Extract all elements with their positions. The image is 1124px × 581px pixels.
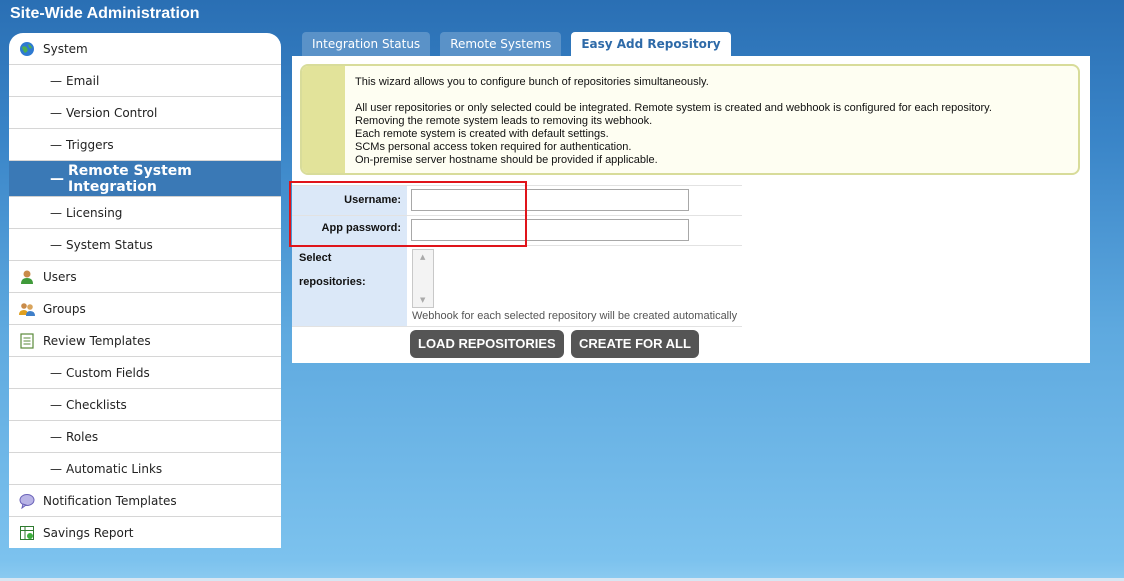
- highlight-box: [289, 181, 527, 247]
- sidebar-item-groups[interactable]: Groups: [9, 293, 281, 325]
- sidebar-item-notification-templates[interactable]: Notification Templates: [9, 485, 281, 517]
- load-repositories-button[interactable]: LOAD REPOSITORIES: [410, 330, 564, 358]
- sidebar-item-label: Checklists: [66, 397, 127, 412]
- sidebar-item-savings-report[interactable]: Savings Report: [9, 517, 281, 548]
- sidebar-item-label: Groups: [43, 301, 86, 316]
- info-line: Removing the remote system leads to remo…: [355, 115, 653, 127]
- sidebar-item-label: Licensing: [66, 205, 123, 220]
- scroll-down-icon[interactable]: ▼: [420, 296, 425, 304]
- sidebar-item-review-templates[interactable]: Review Templates: [9, 325, 281, 357]
- sidebar-item-label: Roles: [66, 429, 99, 444]
- dash-marker: —: [50, 137, 62, 152]
- sidebar-item-label: Users: [43, 269, 77, 284]
- sidebar-item-users[interactable]: Users: [9, 261, 281, 293]
- sidebar-item-label: Triggers: [66, 137, 114, 152]
- group-icon: [19, 301, 35, 317]
- dash-marker: —: [50, 397, 62, 412]
- sidebar-item-label: Email: [66, 73, 100, 88]
- user-icon: [19, 269, 35, 285]
- info-stripe: [302, 66, 345, 173]
- dash-marker: —: [50, 237, 62, 252]
- repositories-listbox[interactable]: ▲ ▼: [412, 249, 434, 308]
- create-for-all-button[interactable]: CREATE FOR ALL: [571, 330, 699, 358]
- sidebar-item-email[interactable]: — Email: [9, 65, 281, 97]
- page-title: Site-Wide Administration: [10, 5, 200, 22]
- dash-marker: —: [50, 205, 62, 220]
- info-text: This wizard allows you to configure bunc…: [355, 76, 992, 167]
- sidebar-item-label: Automatic Links: [66, 461, 163, 476]
- sidebar-item-custom-fields[interactable]: — Custom Fields: [9, 357, 281, 389]
- speech-bubble-icon: [19, 493, 35, 509]
- dash-marker: —: [50, 461, 62, 476]
- sidebar-item-licensing[interactable]: — Licensing: [9, 197, 281, 229]
- dash-marker: —: [50, 105, 62, 120]
- dash-marker: —: [50, 365, 62, 380]
- tab-remote-systems[interactable]: Remote Systems: [440, 32, 562, 56]
- dash-marker: —: [50, 73, 62, 88]
- document-icon: [19, 332, 35, 349]
- select-repositories-label: Select repositories:: [292, 246, 407, 326]
- globe-icon: [19, 41, 35, 57]
- sidebar-item-label: Savings Report: [43, 525, 134, 540]
- info-box: This wizard allows you to configure bunc…: [300, 64, 1080, 175]
- sidebar-item-triggers[interactable]: — Triggers: [9, 129, 281, 161]
- sidebar-item-version-control[interactable]: — Version Control: [9, 97, 281, 129]
- sidebar-item-automatic-links[interactable]: — Automatic Links: [9, 453, 281, 485]
- sidebar-item-checklists[interactable]: — Checklists: [9, 389, 281, 421]
- tab-easy-add-repository[interactable]: Easy Add Repository: [571, 32, 731, 56]
- sidebar-item-system-status[interactable]: — System Status: [9, 229, 281, 261]
- row-divider: [292, 326, 742, 327]
- sidebar-item-label: Version Control: [66, 105, 158, 120]
- info-line: Each remote system is created with defau…: [355, 128, 609, 140]
- dash-marker: —: [50, 170, 64, 187]
- sidebar-item-label: Custom Fields: [66, 365, 150, 380]
- sidebar-item-label: Review Templates: [43, 333, 151, 348]
- info-line: All user repositories or only selected c…: [355, 102, 992, 114]
- sidebar-item-label: System: [43, 41, 88, 56]
- info-line: SCMs personal access token required for …: [355, 141, 632, 153]
- sidebar-item-system[interactable]: System: [9, 33, 281, 65]
- spreadsheet-icon: [19, 525, 35, 541]
- repositories-hint: Webhook for each selected repository wil…: [412, 310, 738, 322]
- sidebar-item-label: Notification Templates: [43, 493, 177, 508]
- sidebar-item-label: System Status: [66, 237, 153, 252]
- tab-bar: Integration Status Remote Systems Easy A…: [302, 32, 741, 56]
- tab-integration-status[interactable]: Integration Status: [302, 32, 431, 56]
- dash-marker: —: [50, 429, 62, 444]
- sidebar-item-roles[interactable]: — Roles: [9, 421, 281, 453]
- sidebar-item-label: Remote System Integration: [68, 162, 192, 195]
- sidebar: System — Email — Version Control — Trigg…: [9, 33, 281, 548]
- scroll-up-icon[interactable]: ▲: [420, 253, 425, 261]
- info-line: On-premise server hostname should be pro…: [355, 154, 658, 166]
- info-line: This wizard allows you to configure bunc…: [355, 76, 709, 88]
- sidebar-item-remote-system-integration[interactable]: — Remote System Integration: [9, 161, 281, 197]
